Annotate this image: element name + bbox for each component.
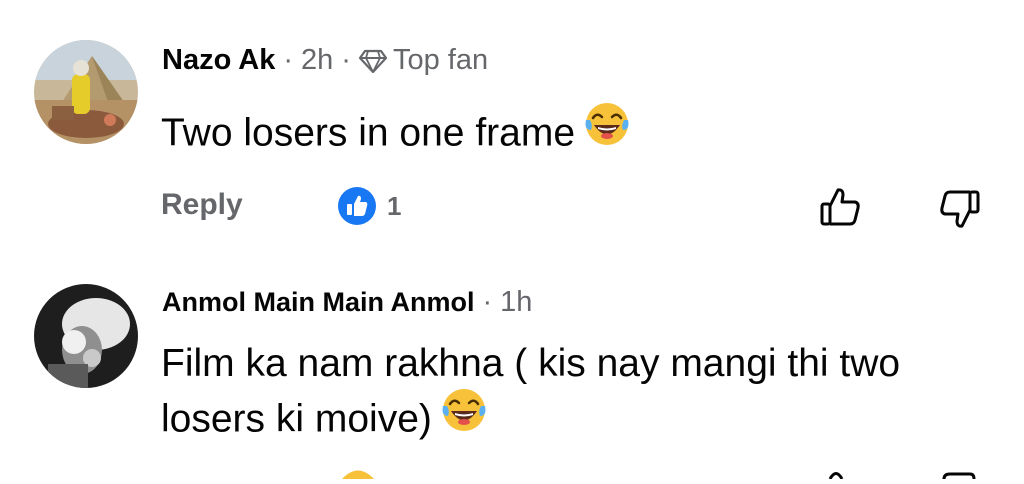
comment-item: Nazo Ak · 2h · Top fan Two losers in one… xyxy=(0,0,1024,260)
next-actions-peek xyxy=(338,466,378,484)
thumbs-up-outline-icon xyxy=(828,472,844,480)
face-with-tears-of-joy-icon xyxy=(583,100,631,162)
separator-dot: · xyxy=(482,286,493,318)
thumbs-down-outline-icon xyxy=(942,472,976,480)
reply-button[interactable]: Reply xyxy=(161,188,243,222)
reaction-summary[interactable]: 1 xyxy=(337,186,401,226)
comment-text: Two losers in one frame xyxy=(161,103,631,166)
comment-item: Anmol Main Main Anmol · 1h Film ka nam r… xyxy=(0,260,1024,477)
reaction-count: 1 xyxy=(387,190,402,221)
comment-body: Two losers in one frame xyxy=(161,111,576,155)
comment-body: Film ka nam rakhna ( kis nay mangi thi t… xyxy=(161,342,901,441)
timestamp[interactable]: 1h xyxy=(500,286,532,319)
like-icon xyxy=(338,187,376,225)
downvote-button[interactable] xyxy=(938,186,982,235)
comment-meta: Nazo Ak · 2h · Top fan xyxy=(162,44,488,77)
next-actions-peek xyxy=(826,466,846,484)
thumbs-up-outline-icon xyxy=(820,188,860,226)
top-fan-badge: Top fan xyxy=(358,44,489,77)
face-with-tears-of-joy-icon xyxy=(440,386,488,448)
timestamp[interactable]: 2h xyxy=(301,44,333,77)
author-name[interactable]: Nazo Ak xyxy=(162,44,275,77)
avatar[interactable] xyxy=(34,40,138,144)
separator-dot: · xyxy=(341,44,351,76)
comment-meta: Anmol Main Main Anmol · 1h xyxy=(162,286,532,319)
thumbs-down-outline-icon xyxy=(940,190,980,228)
like-icon xyxy=(342,470,374,479)
separator-dot: · xyxy=(283,44,294,76)
next-actions-peek xyxy=(940,466,976,484)
comment-text: Film ka nam rakhna ( kis nay mangi thi t… xyxy=(161,338,981,452)
avatar[interactable] xyxy=(34,284,138,388)
badge-label: Top fan xyxy=(392,44,489,76)
diamond-icon xyxy=(358,49,387,73)
author-name[interactable]: Anmol Main Main Anmol xyxy=(162,287,475,318)
upvote-button[interactable] xyxy=(818,186,862,235)
comment-actions: Reply 1 xyxy=(0,180,1024,236)
